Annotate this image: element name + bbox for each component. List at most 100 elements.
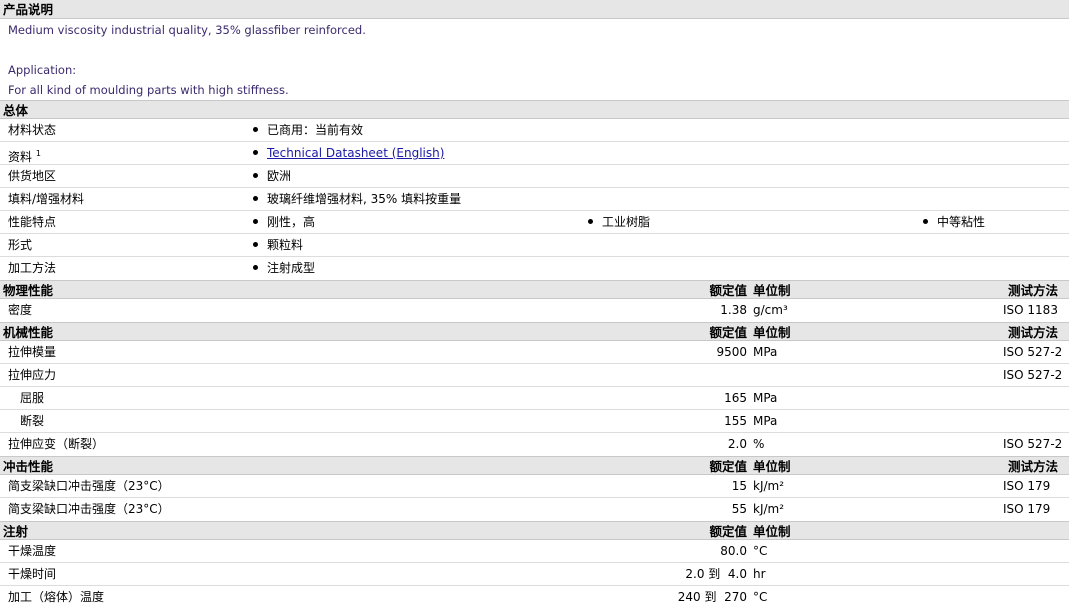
- row-label: 加工（熔体）温度: [8, 590, 105, 604]
- section-header-mechanical: 机械性能 额定值 单位制 测试方法: [0, 322, 1069, 341]
- section-title: 产品说明: [3, 2, 54, 17]
- bullet-icon: [253, 219, 258, 224]
- header-method: 测试方法: [1007, 459, 1058, 474]
- list-item: 玻璃纤维增强材料, 35% 填料按重量: [253, 188, 461, 211]
- row-label: 断裂: [20, 414, 45, 428]
- row-label: 干燥时间: [8, 567, 57, 581]
- datasheet-link[interactable]: Technical Datasheet (English): [267, 146, 444, 160]
- row-label: 拉伸模量: [8, 345, 57, 359]
- row-unit: MPa: [753, 414, 778, 428]
- bullet-icon: [588, 219, 593, 224]
- table-row: 加工（熔体）温度 240 到 270 °C: [0, 586, 1069, 609]
- table-row: 性能特点 刚性，高 工业树脂 中等粘性: [0, 211, 1069, 234]
- table-row: 拉伸应力 ISO 527-2: [0, 364, 1069, 387]
- row-label: 屈服: [20, 391, 45, 405]
- header-unit: 单位制: [753, 283, 791, 298]
- table-row: 材料状态 已商用：当前有效: [0, 119, 1069, 142]
- table-row: 屈服 165 MPa: [0, 387, 1069, 410]
- table-row: 加工方法 注射成型: [0, 257, 1069, 280]
- list-item: 中等粘性: [923, 211, 985, 234]
- description-line: Application:: [8, 63, 77, 77]
- table-row: 形式 颗粒料: [0, 234, 1069, 257]
- row-value: 1.38: [720, 303, 747, 317]
- list-item: 刚性，高: [253, 211, 315, 234]
- bullet-icon: [923, 219, 928, 224]
- header-unit: 单位制: [753, 325, 791, 340]
- row-value: 165: [724, 391, 747, 405]
- row-label: 干燥温度: [8, 544, 57, 558]
- header-value: 额定值: [709, 524, 747, 539]
- section-header-impact: 冲击性能 额定值 单位制 测试方法: [0, 456, 1069, 475]
- header-method: 测试方法: [1007, 325, 1058, 340]
- row-value: 240 到 270: [677, 590, 747, 604]
- table-row: 干燥温度 80.0 °C: [0, 540, 1069, 563]
- row-label: 拉伸应变（断裂）: [8, 437, 105, 451]
- row-method: ISO 527-2: [1003, 345, 1063, 359]
- row-method: ISO 527-2: [1003, 437, 1063, 451]
- row-method: ISO 179: [1003, 479, 1051, 493]
- row-unit: kJ/m²: [753, 479, 785, 493]
- table-row: 供货地区 欧洲: [0, 165, 1069, 188]
- header-unit: 单位制: [753, 459, 791, 474]
- bullet-icon: [253, 265, 258, 270]
- row-label: 填料/增强材料: [8, 192, 85, 206]
- row-unit: °C: [753, 590, 768, 604]
- product-description: Medium viscosity industrial quality, 35%…: [0, 19, 1069, 99]
- table-row: 简支梁缺口冲击强度（23°C） 15 kJ/m² ISO 179: [0, 475, 1069, 498]
- row-label: 加工方法: [8, 261, 57, 275]
- table-row: 简支梁缺口冲击强度（23°C） 55 kJ/m² ISO 179: [0, 498, 1069, 521]
- table-row: 拉伸模量 9500 MPa ISO 527-2: [0, 341, 1069, 364]
- list-item: 注射成型: [253, 257, 315, 280]
- row-unit: MPa: [753, 391, 778, 405]
- row-label: 拉伸应力: [8, 368, 57, 382]
- list-item: 欧洲: [253, 165, 291, 188]
- header-value: 额定值: [709, 283, 747, 298]
- row-value: 2.0: [727, 437, 747, 451]
- section-title: 冲击性能: [3, 459, 54, 474]
- table-row: 拉伸应变（断裂） 2.0 % ISO 527-2: [0, 433, 1069, 456]
- list-item: 工业树脂: [588, 211, 650, 234]
- header-value: 额定值: [709, 459, 747, 474]
- section-title: 物理性能: [3, 283, 54, 298]
- footnote-marker: 1: [35, 149, 41, 158]
- row-label: 简支梁缺口冲击强度（23°C）: [8, 479, 170, 493]
- row-unit: MPa: [753, 345, 778, 359]
- header-method: 测试方法: [1007, 283, 1058, 298]
- bullet-icon: [253, 173, 258, 178]
- row-value: 9500: [716, 345, 747, 359]
- table-row: 密度 1.38 g/cm³ ISO 1183: [0, 299, 1069, 322]
- row-method: ISO 1183: [1003, 303, 1058, 317]
- header-value: 额定值: [709, 325, 747, 340]
- section-header-product: 产品说明: [0, 0, 1069, 19]
- row-value: 15: [731, 479, 747, 493]
- row-label: 材料状态: [8, 123, 57, 137]
- row-value: 155: [724, 414, 747, 428]
- list-item: Technical Datasheet (English): [253, 142, 444, 165]
- section-header-general: 总体: [0, 100, 1069, 119]
- table-row: 干燥时间 2.0 到 4.0 hr: [0, 563, 1069, 586]
- row-label: 性能特点: [8, 215, 57, 229]
- row-method: ISO 527-2: [1003, 368, 1063, 382]
- row-label: 简支梁缺口冲击强度（23°C）: [8, 502, 170, 516]
- description-line: For all kind of moulding parts with high…: [8, 83, 289, 97]
- bullet-icon: [253, 150, 258, 155]
- row-unit: kJ/m²: [753, 502, 785, 516]
- row-value: 55: [731, 502, 747, 516]
- section-title: 总体: [3, 103, 29, 118]
- header-unit: 单位制: [753, 524, 791, 539]
- table-row: 断裂 155 MPa: [0, 410, 1069, 433]
- table-row: 填料/增强材料 玻璃纤维增强材料, 35% 填料按重量: [0, 188, 1069, 211]
- list-item: 颗粒料: [253, 234, 303, 257]
- list-item: 已商用：当前有效: [253, 119, 363, 142]
- row-label: 密度: [8, 303, 33, 317]
- bullet-icon: [253, 242, 258, 247]
- row-value: 2.0 到 4.0: [685, 567, 747, 581]
- row-method: ISO 179: [1003, 502, 1051, 516]
- row-unit: %: [753, 437, 765, 451]
- bullet-icon: [253, 196, 258, 201]
- general-table: 材料状态 已商用：当前有效 资料 1 Technical Datasheet (…: [0, 119, 1069, 280]
- section-title: 注射: [3, 524, 29, 539]
- section-header-physical: 物理性能 额定值 单位制 测试方法: [0, 280, 1069, 299]
- row-value: 80.0: [720, 544, 747, 558]
- row-unit: °C: [753, 544, 768, 558]
